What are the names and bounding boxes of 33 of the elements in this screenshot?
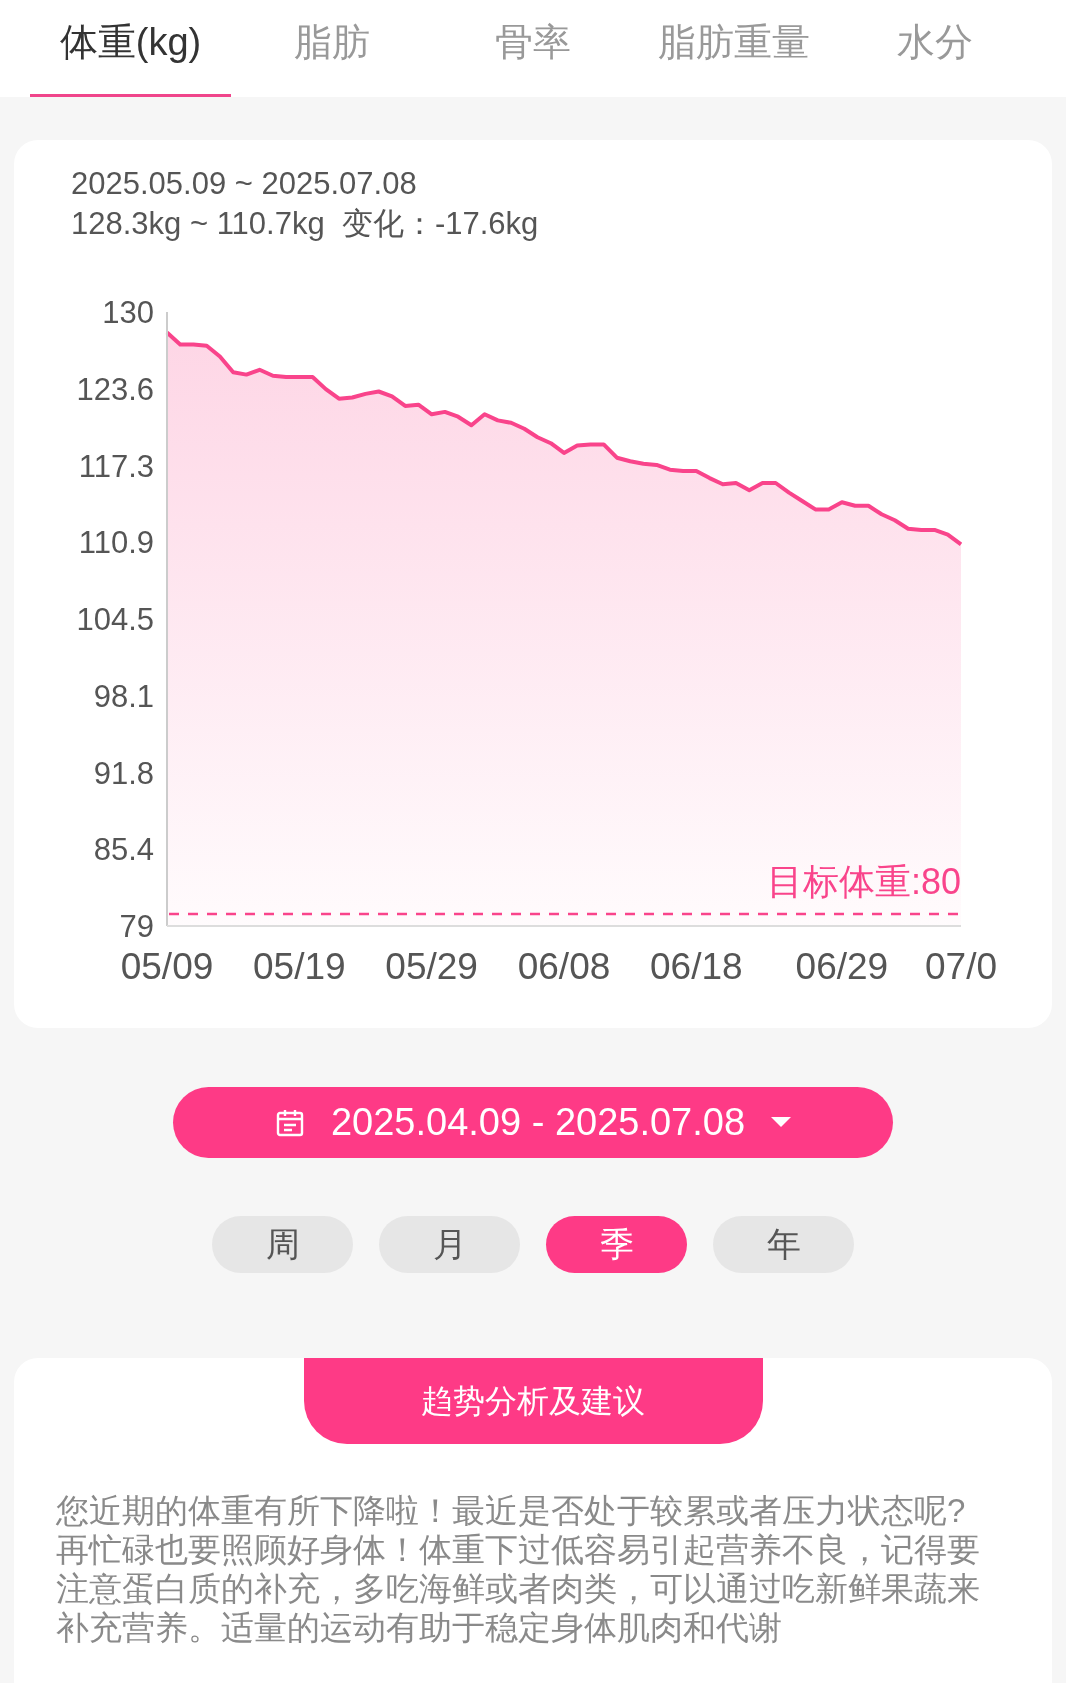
y-tick-label: 110.9 <box>78 525 154 561</box>
date-range-button[interactable]: 2025.04.09 - 2025.07.08 <box>173 1087 893 1158</box>
period-button[interactable]: 季 <box>546 1216 687 1273</box>
tab[interactable]: 脂肪重量 <box>633 0 834 97</box>
y-tick-label: 98.1 <box>93 678 154 714</box>
x-tick-label: 06/29 <box>795 946 889 987</box>
y-tick-label: 104.5 <box>76 602 154 637</box>
target-label: 目标体重:80 <box>766 861 961 902</box>
x-tick-label: 06/08 <box>517 946 611 987</box>
weight-change-text: 128.3kg ~ 110.7kg 变化：-17.6kg <box>71 205 539 243</box>
period-button[interactable]: 周 <box>212 1216 353 1273</box>
y-tick-label: 117.3 <box>78 448 154 484</box>
y-tick-label: 123.6 <box>76 371 154 407</box>
period-button[interactable]: 年 <box>713 1216 854 1273</box>
advice-text: 您近期的体重有所下降啦！最近是否处于较累或者压力状态呢?再忙碌也要照顾好身体！体重下过低容易引起营养不良，记得要注意蛋白质的补充，多吃海鲜或者肉类，可以通过吃新鲜果蔬来补充营养。适量的运动有助于稳定身体肌肉和代谢 <box>56 1491 981 1647</box>
x-tick-label: 05/19 <box>253 946 346 987</box>
advice-header: 趋势分析及建议 <box>303 1358 763 1444</box>
tab[interactable]: 水分 <box>834 0 1035 97</box>
caret-down-icon <box>771 1116 792 1129</box>
calendar-icon <box>274 1107 305 1138</box>
y-tick-label: 91.8 <box>93 755 154 791</box>
tab[interactable]: 脂肪 <box>231 0 432 97</box>
tab[interactable]: 骨率 <box>432 0 633 97</box>
date-range-text: 2025.05.09 ~ 2025.07.08 <box>71 165 417 203</box>
tab[interactable]: 体重(kg) <box>30 0 231 97</box>
y-tick-label: 130 <box>102 295 154 330</box>
y-tick-label: 85.4 <box>93 832 154 868</box>
period-button[interactable]: 月 <box>379 1216 520 1273</box>
x-tick-label: 06/18 <box>650 946 743 987</box>
x-tick-label: 07/0 <box>925 946 997 987</box>
x-tick-label: 05/29 <box>385 946 478 987</box>
x-tick-label: 05/09 <box>120 946 214 987</box>
y-tick-label: 79 <box>119 909 154 944</box>
